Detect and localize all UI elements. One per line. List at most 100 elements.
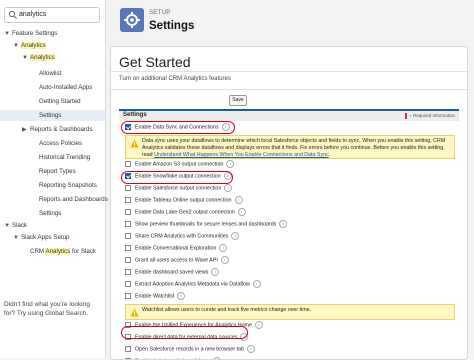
sidebar-item[interactable]: Access Policies: [0, 138, 105, 149]
setting-row: Enable Data Lake Gen2 output connection i: [125, 208, 246, 217]
sidebar-item[interactable]: Settings: [0, 208, 105, 219]
setting-label: Share CRM Analytics with Communities: [135, 233, 229, 240]
sidebar-item[interactable]: CRM Analytics for Slack: [0, 246, 105, 257]
sidebar-item[interactable]: ▶ Reports & Dashboards: [0, 124, 105, 135]
sidebar-item[interactable]: Historical Trending: [0, 152, 105, 163]
sidebar-item-label: Allowlist: [39, 70, 62, 77]
sidebar-item[interactable]: ▼ Slack Apps Setup: [0, 232, 105, 243]
sidebar-item-label: Slack: [12, 222, 28, 229]
sidebar-item-label: Historical Trending: [39, 154, 91, 161]
sidebar-item-label: Feature Settings: [12, 30, 58, 37]
setting-checkbox[interactable]: [125, 245, 131, 251]
help-link[interactable]: Understand What Happens When You Enable …: [154, 152, 329, 158]
chevron-right-icon[interactable]: ▶: [22, 125, 30, 136]
search-icon: [8, 10, 17, 19]
setting-label: Extract Adoption Analytics Metadata via …: [135, 281, 250, 288]
setting-label: Enable Watchlist: [135, 293, 175, 300]
sidebar-item[interactable]: ▼ Analytics: [0, 52, 105, 63]
setting-checkbox[interactable]: [125, 209, 131, 215]
page-title: Settings: [149, 20, 195, 32]
info-icon[interactable]: i: [234, 196, 243, 204]
help-text: Didn't find what you're looking for? Try…: [4, 301, 90, 317]
setting-checkbox[interactable]: [125, 185, 131, 191]
info-icon[interactable]: i: [219, 244, 228, 252]
sidebar-item-label: Settings: [39, 112, 62, 119]
setting-checkbox[interactable]: [125, 281, 131, 287]
warning-message: Watchlist allows users to curate and tra…: [125, 304, 455, 320]
info-icon[interactable]: i: [254, 321, 263, 329]
warning-text: Data sync uses your dataflows to determi…: [142, 138, 446, 158]
sidebar-item[interactable]: Allowlist: [0, 68, 105, 79]
setting-checkbox[interactable]: [125, 197, 131, 203]
info-icon[interactable]: i: [220, 256, 229, 264]
gear-icon: [120, 8, 144, 32]
setting-row: Enable Salesforce output connection i: [125, 184, 233, 193]
breadcrumb: SETUP: [149, 10, 171, 16]
divider: [111, 71, 467, 72]
sidebar-item[interactable]: Getting Started: [0, 96, 105, 107]
info-icon[interactable]: i: [177, 292, 186, 300]
warning-icon: [130, 139, 139, 148]
required-legend: = Required Information: [405, 113, 455, 119]
setting-label: Enable Amazon S3 output connection: [135, 161, 224, 168]
chevron-down-icon[interactable]: ▼: [13, 41, 21, 52]
setting-checkbox[interactable]: [125, 293, 131, 299]
sidebar-item[interactable]: Report Types: [0, 166, 105, 177]
setting-checkbox[interactable]: [125, 161, 131, 167]
setting-label: Enable Data Lake Gen2 output connection: [135, 209, 235, 216]
sidebar-item-label: Reports and Dashboards: [39, 196, 108, 203]
annotation-oval: [121, 171, 233, 184]
sidebar-item[interactable]: Reporting Snapshots: [0, 180, 105, 191]
setting-label: Enable Tableau Online output connection: [135, 197, 232, 204]
quick-find-input[interactable]: analytics: [4, 7, 100, 23]
setting-row: Enable Conversational Exploration i: [125, 244, 228, 253]
setting-row: Grant all users access to Wave API i: [125, 256, 229, 265]
setting-row: Extract Adoption Analytics Metadata via …: [125, 280, 261, 289]
section-subtitle: Turn on additional CRM Analytics feature…: [119, 76, 231, 82]
info-icon[interactable]: i: [226, 160, 235, 168]
info-icon[interactable]: i: [237, 208, 246, 216]
settings-section-label: Settings: [123, 112, 147, 118]
sidebar-item-label: Analytics: [30, 54, 55, 61]
setting-checkbox[interactable]: [125, 346, 131, 352]
setting-row: Enable Tableau Online output connection i: [125, 196, 243, 205]
section-title: Get Started: [119, 54, 191, 70]
chevron-down-icon[interactable]: ▼: [13, 233, 21, 244]
quick-find-value: analytics: [19, 11, 47, 18]
setting-label: Grant all users access to Wave API: [135, 257, 218, 264]
settings-section-header: Settings = Required Information: [119, 109, 459, 121]
page-header: SETUP Settings: [106, 0, 474, 42]
setting-checkbox[interactable]: [125, 257, 131, 263]
setting-checkbox[interactable]: [125, 221, 131, 227]
setting-label: Enable Conversational Exploration: [135, 245, 217, 252]
sidebar-item-label: Slack Apps Setup: [21, 234, 70, 241]
setting-checkbox[interactable]: [125, 233, 131, 239]
chevron-down-icon[interactable]: ▼: [22, 53, 30, 64]
setting-checkbox[interactable]: [125, 269, 131, 275]
setup-sidebar: analytics ▼ Feature Settings ▼ Analytics ▼ An…: [0, 0, 108, 358]
sidebar-item-label: Access Policies: [39, 140, 82, 147]
chevron-down-icon[interactable]: ▼: [4, 29, 12, 40]
info-icon[interactable]: i: [211, 268, 220, 276]
settings-card: Get Started Turn on additional CRM Analy…: [110, 46, 468, 360]
setting-row: Enable dashboard saved views i: [125, 268, 220, 277]
sidebar-item[interactable]: Auto-Installed Apps: [0, 82, 105, 93]
info-icon[interactable]: i: [231, 232, 240, 240]
sidebar-item[interactable]: ▼ Analytics: [0, 40, 105, 51]
info-icon[interactable]: i: [224, 184, 233, 192]
sidebar-item[interactable]: Reports and Dashboards: [0, 194, 108, 205]
info-icon[interactable]: i: [246, 345, 255, 353]
sidebar-item-label: Settings: [39, 210, 62, 217]
warning-text: Watchlist allows users to curate and tra…: [142, 307, 312, 313]
setting-row: Open Salesforce records in a new browser…: [125, 345, 255, 354]
sidebar-item[interactable]: Settings: [0, 110, 105, 121]
warning-icon: [130, 308, 139, 317]
info-icon[interactable]: i: [279, 220, 288, 228]
annotation-oval: [121, 326, 248, 339]
info-icon[interactable]: i: [252, 280, 261, 288]
sidebar-item-label: Reports & Dashboards: [30, 126, 93, 133]
chevron-down-icon[interactable]: ▼: [4, 221, 12, 232]
save-button[interactable]: Save: [229, 95, 247, 106]
sidebar-item[interactable]: ▼ Slack: [0, 220, 105, 231]
sidebar-item[interactable]: ▼ Feature Settings: [0, 28, 105, 39]
